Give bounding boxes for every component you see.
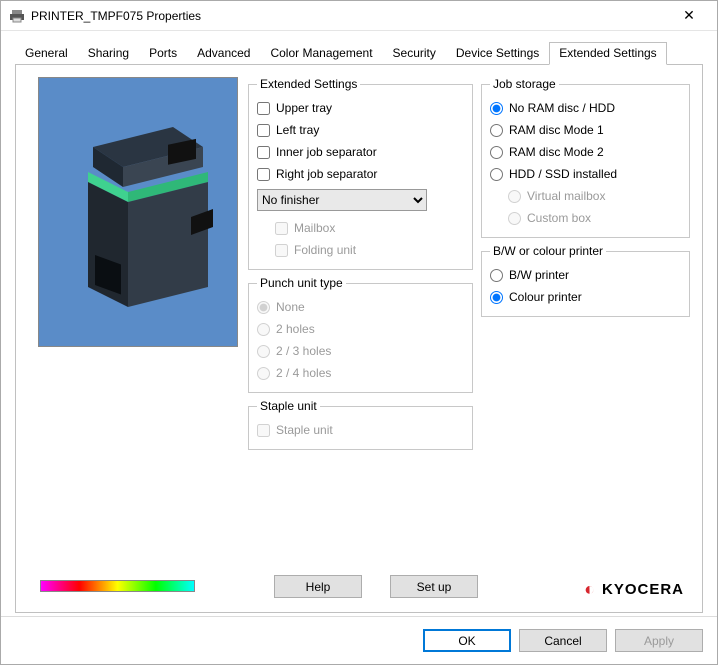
punch-unit-legend: Punch unit type [257, 276, 346, 290]
tab-security[interactable]: Security [383, 42, 446, 65]
kyocera-logo: ◐ KYOCERA [584, 579, 684, 600]
no-ram-hdd-radio[interactable]: No RAM disc / HDD [490, 97, 681, 119]
properties-window: PRINTER_TMPF075 Properties ✕ General Sha… [0, 0, 718, 665]
cancel-button[interactable]: Cancel [519, 629, 607, 652]
extended-settings-group: Extended Settings Upper tray Left tray I… [248, 77, 473, 270]
tab-extended-settings[interactable]: Extended Settings [549, 42, 666, 65]
left-tray-checkbox[interactable]: Left tray [257, 119, 464, 141]
tab-device-settings[interactable]: Device Settings [446, 42, 549, 65]
virtual-mailbox-radio: Virtual mailbox [490, 185, 681, 207]
close-icon[interactable]: ✕ [669, 7, 709, 24]
ram-mode2-radio[interactable]: RAM disc Mode 2 [490, 141, 681, 163]
staple-unit-group: Staple unit Staple unit [248, 399, 473, 450]
help-button[interactable]: Help [274, 575, 362, 598]
tab-panel: Extended Settings Upper tray Left tray I… [15, 65, 703, 613]
upper-tray-checkbox[interactable]: Upper tray [257, 97, 464, 119]
finisher-select[interactable]: No finisher [257, 189, 427, 211]
tab-strip: General Sharing Ports Advanced Color Man… [15, 41, 703, 65]
apply-button[interactable]: Apply [615, 629, 703, 652]
tab-advanced[interactable]: Advanced [187, 42, 260, 65]
window-title: PRINTER_TMPF075 Properties [31, 9, 669, 23]
titlebar: PRINTER_TMPF075 Properties ✕ [1, 1, 717, 31]
custom-box-radio: Custom box [490, 207, 681, 229]
color-spectrum-bar [40, 580, 195, 592]
job-storage-group: Job storage No RAM disc / HDD RAM disc M… [481, 77, 690, 238]
content-area: General Sharing Ports Advanced Color Man… [1, 31, 717, 613]
inner-job-separator-checkbox[interactable]: Inner job separator [257, 141, 464, 163]
tab-color-management[interactable]: Color Management [260, 42, 382, 65]
punch-24holes-radio: 2 / 4 holes [257, 362, 464, 384]
right-job-separator-checkbox[interactable]: Right job separator [257, 163, 464, 185]
tab-sharing[interactable]: Sharing [78, 42, 139, 65]
kyocera-logo-icon: ◐ [584, 579, 596, 600]
staple-unit-checkbox: Staple unit [257, 419, 464, 441]
printer-icon [9, 8, 25, 24]
ram-mode1-radio[interactable]: RAM disc Mode 1 [490, 119, 681, 141]
punch-none-radio: None [257, 296, 464, 318]
kyocera-logo-text: KYOCERA [602, 581, 684, 598]
printer-preview-image [38, 77, 238, 347]
bw-color-group: B/W or colour printer B/W printer Colour… [481, 244, 690, 317]
setup-button[interactable]: Set up [390, 575, 478, 598]
job-storage-legend: Job storage [490, 77, 559, 91]
punch-23holes-radio: 2 / 3 holes [257, 340, 464, 362]
ok-button[interactable]: OK [423, 629, 511, 652]
punch-2holes-radio: 2 holes [257, 318, 464, 340]
dialog-footer: OK Cancel Apply [1, 616, 717, 664]
bw-printer-radio[interactable]: B/W printer [490, 264, 681, 286]
tab-ports[interactable]: Ports [139, 42, 187, 65]
folding-unit-checkbox: Folding unit [257, 239, 464, 261]
mailbox-checkbox: Mailbox [257, 217, 464, 239]
colour-printer-radio[interactable]: Colour printer [490, 286, 681, 308]
bw-color-legend: B/W or colour printer [490, 244, 606, 258]
hdd-ssd-radio[interactable]: HDD / SSD installed [490, 163, 681, 185]
tab-general[interactable]: General [15, 42, 78, 65]
staple-unit-legend: Staple unit [257, 399, 320, 413]
extended-settings-legend: Extended Settings [257, 77, 360, 91]
punch-unit-group: Punch unit type None 2 holes 2 / 3 holes… [248, 276, 473, 393]
